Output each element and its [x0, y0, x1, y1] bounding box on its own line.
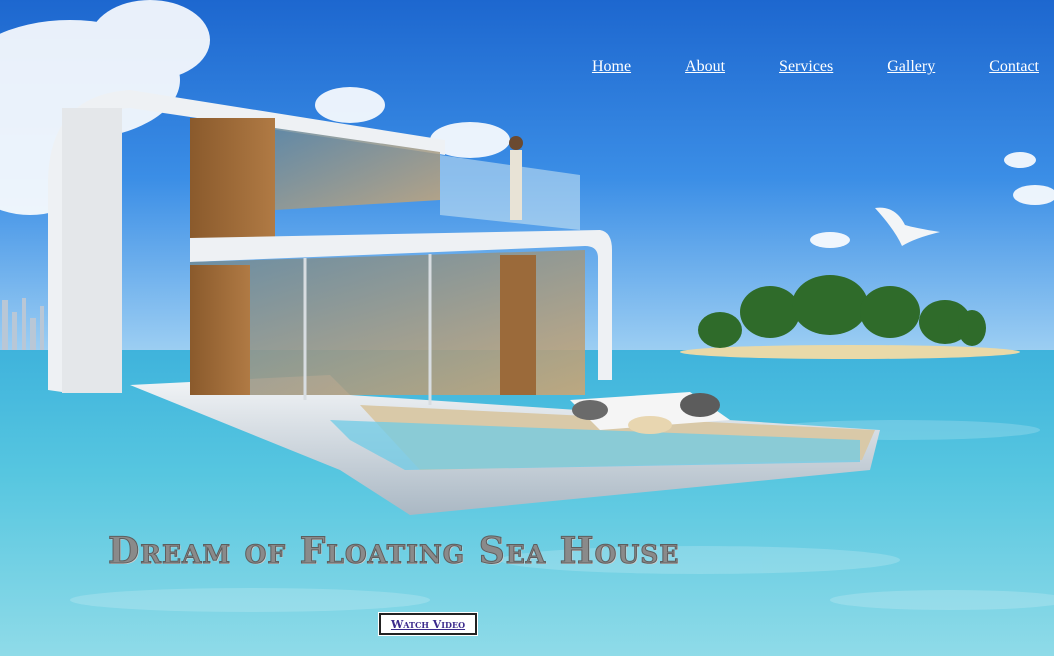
nav-link-services[interactable]: Services [779, 58, 833, 76]
main-navigation: Home About Services Gallery Contact [538, 58, 1039, 76]
watch-video-button[interactable]: Watch Video [378, 612, 478, 636]
nav-link-contact[interactable]: Contact [989, 58, 1039, 76]
nav-link-gallery[interactable]: Gallery [887, 58, 935, 76]
watch-video-label: Watch Video [390, 617, 466, 631]
nav-link-about[interactable]: About [685, 58, 725, 76]
nav-link-home[interactable]: Home [592, 58, 631, 76]
hero-title: Dream of Floating Sea House [107, 530, 680, 573]
hero-banner: Home About Services Gallery Contact Drea… [0, 0, 1054, 656]
